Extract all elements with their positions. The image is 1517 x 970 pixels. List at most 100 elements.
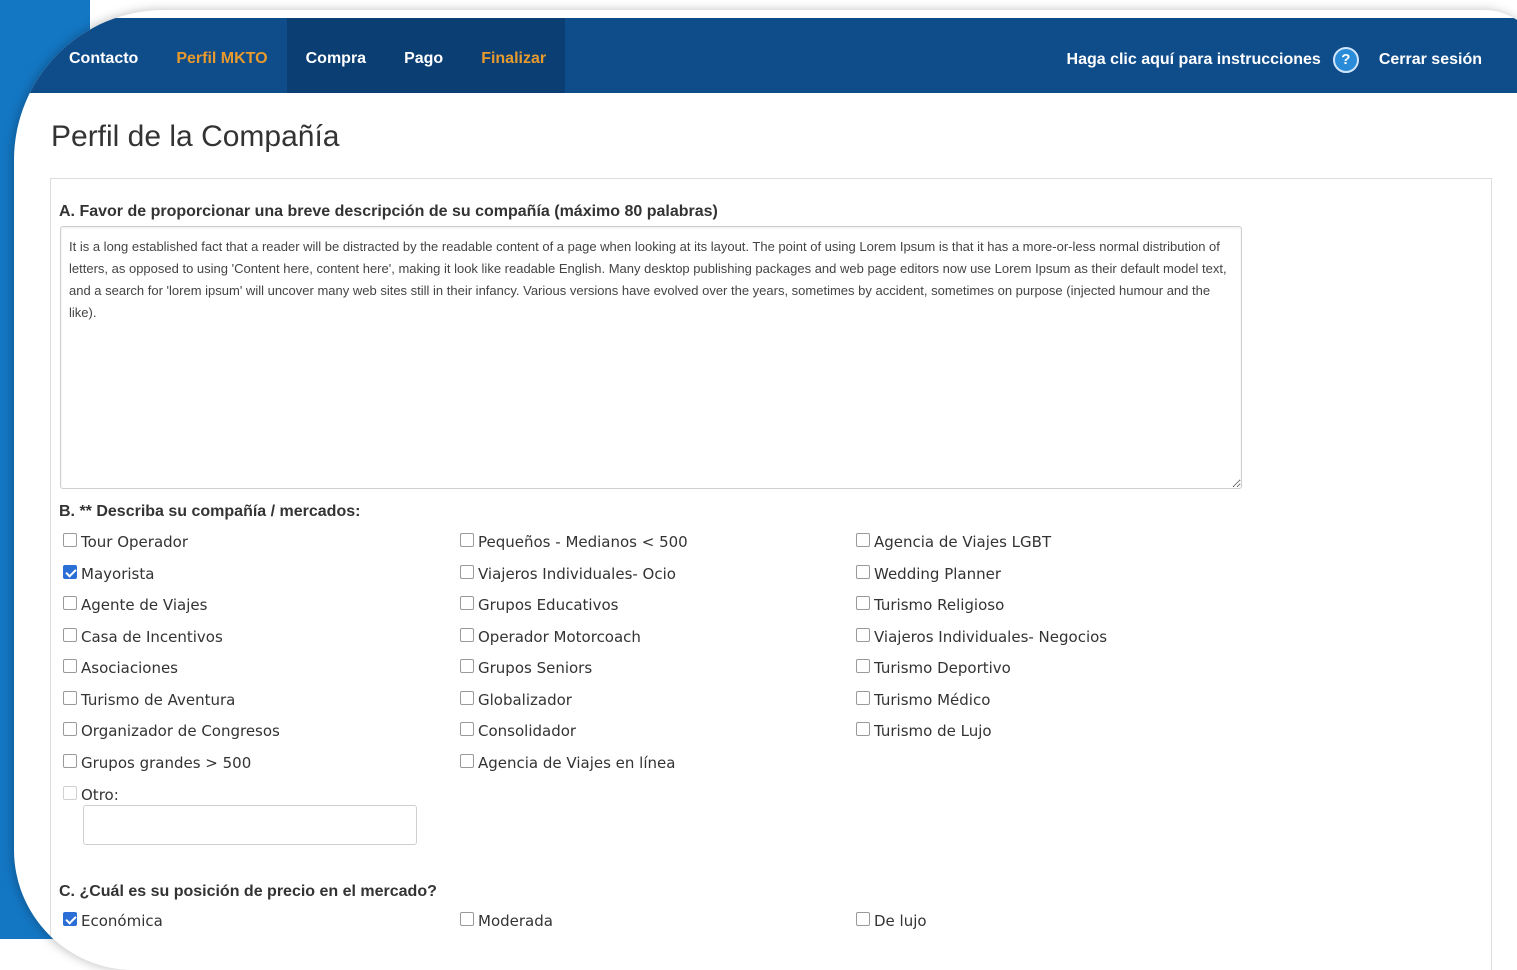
checkbox-box[interactable] bbox=[856, 691, 870, 705]
checkbox-label: Grupos Educativos bbox=[478, 596, 619, 614]
checkbox-box[interactable] bbox=[460, 912, 474, 926]
checkbox-label: Pequeños - Medianos < 500 bbox=[478, 533, 688, 551]
checkbox-box[interactable] bbox=[63, 628, 77, 642]
checkbox-organizador-de-congresos[interactable]: Organizador de Congresos bbox=[63, 722, 280, 740]
checkbox-grupos-seniors[interactable]: Grupos Seniors bbox=[460, 659, 592, 677]
question-b-label: B. ** Describa su compañía / mercados: bbox=[59, 503, 361, 520]
checkbox-wedding-planner[interactable]: Wedding Planner bbox=[856, 565, 1001, 583]
instructions-link[interactable]: Haga clic aquí para instrucciones bbox=[1067, 51, 1321, 69]
checkbox-label: Tour Operador bbox=[81, 533, 189, 551]
checkbox-box[interactable] bbox=[460, 659, 474, 673]
checkbox-label: Turismo Religioso bbox=[874, 596, 1005, 614]
checkbox-box[interactable] bbox=[63, 786, 77, 800]
nav-item-finalizar[interactable]: Finalizar bbox=[462, 18, 566, 93]
checkbox-viajeros-individuales-ocio[interactable]: Viajeros Individuales- Ocio bbox=[460, 565, 676, 583]
checkbox-label: Viajeros Individuales- Ocio bbox=[478, 565, 676, 583]
question-a-label: A. Favor de proporcionar una breve descr… bbox=[59, 203, 718, 220]
nav-item-compra[interactable]: Compra bbox=[286, 18, 386, 93]
checkbox-box[interactable] bbox=[63, 722, 77, 736]
nav-item-pago[interactable]: Pago bbox=[385, 18, 463, 93]
checkbox-turismo-deportivo[interactable]: Turismo Deportivo bbox=[856, 659, 1011, 677]
checkbox-label: Grupos Seniors bbox=[478, 659, 593, 677]
checkbox-box[interactable] bbox=[856, 628, 870, 642]
checkbox-label: Moderada bbox=[478, 912, 553, 930]
checkbox-economica[interactable]: Económica bbox=[63, 912, 163, 930]
checkbox-box[interactable] bbox=[856, 659, 870, 673]
question-c-label: C. ¿Cuál es su posición de precio en el … bbox=[59, 883, 437, 900]
checkbox-agente-de-viajes[interactable]: Agente de Viajes bbox=[63, 596, 207, 614]
nav-item-perfil-mkto[interactable]: Perfil MKTO bbox=[157, 18, 286, 93]
otro-text-input[interactable] bbox=[83, 805, 417, 845]
checkbox-box-checked[interactable] bbox=[63, 912, 77, 926]
checkbox-box[interactable] bbox=[63, 691, 77, 705]
checkbox-label: Viajeros Individuales- Negocios bbox=[874, 628, 1108, 646]
checkbox-tour-operador[interactable]: Tour Operador bbox=[63, 533, 188, 551]
checkbox-otro[interactable]: Otro: bbox=[63, 786, 119, 804]
checkbox-mayorista[interactable]: Mayorista bbox=[63, 565, 154, 583]
checkbox-casa-de-incentivos[interactable]: Casa de Incentivos bbox=[63, 628, 223, 646]
checkbox-label: Turismo de Aventura bbox=[81, 691, 236, 709]
checkbox-turismo-de-lujo[interactable]: Turismo de Lujo bbox=[856, 722, 992, 740]
help-icon[interactable]: ? bbox=[1332, 46, 1359, 73]
page-title: Perfil de la Compañía bbox=[51, 120, 340, 153]
checkbox-agencia-viajes-en-linea[interactable]: Agencia de Viajes en línea bbox=[460, 754, 675, 772]
checkbox-turismo-de-aventura[interactable]: Turismo de Aventura bbox=[63, 691, 235, 709]
checkbox-globalizador[interactable]: Globalizador bbox=[460, 691, 572, 709]
checkbox-label: Casa de Incentivos bbox=[81, 628, 223, 646]
checkbox-label: Turismo Deportivo bbox=[874, 659, 1011, 677]
checkbox-box[interactable] bbox=[856, 722, 870, 736]
checkbox-operador-motorcoach[interactable]: Operador Motorcoach bbox=[460, 628, 641, 646]
checkbox-label: Económica bbox=[81, 912, 163, 930]
checkbox-label: Turismo de Lujo bbox=[874, 722, 992, 740]
checkbox-box[interactable] bbox=[460, 722, 474, 736]
checkbox-asociaciones[interactable]: Asociaciones bbox=[63, 659, 178, 677]
checkbox-grupos-educativos[interactable]: Grupos Educativos bbox=[460, 596, 618, 614]
checkbox-box[interactable] bbox=[856, 565, 870, 579]
company-description-textarea[interactable]: It is a long established fact that a rea… bbox=[60, 226, 1242, 489]
checkbox-label: Asociaciones bbox=[81, 659, 179, 677]
checkbox-box[interactable] bbox=[63, 533, 77, 547]
checkbox-box-checked[interactable] bbox=[63, 565, 77, 579]
nav-steps: Contacto Perfil MKTO Compra Pago Finaliz… bbox=[50, 18, 566, 93]
checkbox-box[interactable] bbox=[856, 596, 870, 610]
checkbox-box[interactable] bbox=[856, 533, 870, 547]
checkbox-label: Wedding Planner bbox=[874, 565, 1002, 583]
checkbox-label: De lujo bbox=[874, 912, 927, 930]
checkbox-box[interactable] bbox=[460, 596, 474, 610]
checkbox-label: Agencia de Viajes LGBT bbox=[874, 533, 1052, 551]
checkbox-box[interactable] bbox=[856, 912, 870, 926]
checkbox-moderada[interactable]: Moderada bbox=[460, 912, 553, 930]
checkbox-box[interactable] bbox=[460, 754, 474, 768]
checkbox-label: Turismo Médico bbox=[874, 691, 991, 709]
checkbox-box[interactable] bbox=[460, 691, 474, 705]
checkbox-label: Agente de Viajes bbox=[81, 596, 208, 614]
checkbox-de-lujo[interactable]: De lujo bbox=[856, 912, 927, 930]
checkbox-label: Organizador de Congresos bbox=[81, 722, 280, 740]
checkbox-box[interactable] bbox=[460, 565, 474, 579]
checkbox-pequenos-medianos[interactable]: Pequeños - Medianos < 500 bbox=[460, 533, 688, 551]
checkbox-turismo-medico[interactable]: Turismo Médico bbox=[856, 691, 990, 709]
checkbox-turismo-religioso[interactable]: Turismo Religioso bbox=[856, 596, 1004, 614]
checkbox-box[interactable] bbox=[63, 659, 77, 673]
checkbox-label: Agencia de Viajes en línea bbox=[478, 754, 676, 772]
profile-form-panel: A. Favor de proporcionar una breve descr… bbox=[50, 178, 1492, 970]
logout-link[interactable]: Cerrar sesión bbox=[1379, 51, 1482, 69]
window-card: Contacto Perfil MKTO Compra Pago Finaliz… bbox=[14, 10, 1517, 970]
checkbox-label: Otro: bbox=[81, 786, 119, 804]
checkbox-consolidador[interactable]: Consolidador bbox=[460, 722, 576, 740]
checkbox-label: Grupos grandes > 500 bbox=[81, 754, 252, 772]
checkbox-viajeros-individuales-negocios[interactable]: Viajeros Individuales- Negocios bbox=[856, 628, 1107, 646]
nav-item-contacto[interactable]: Contacto bbox=[50, 18, 157, 93]
checkbox-label: Globalizador bbox=[478, 691, 572, 709]
checkbox-label: Consolidador bbox=[478, 722, 577, 740]
checkbox-box[interactable] bbox=[460, 533, 474, 547]
checkbox-grupos-grandes[interactable]: Grupos grandes > 500 bbox=[63, 754, 251, 772]
checkbox-box[interactable] bbox=[460, 628, 474, 642]
checkbox-label: Mayorista bbox=[81, 565, 155, 583]
top-navbar: Contacto Perfil MKTO Compra Pago Finaliz… bbox=[14, 18, 1517, 93]
checkbox-label: Operador Motorcoach bbox=[478, 628, 641, 646]
checkbox-box[interactable] bbox=[63, 754, 77, 768]
checkbox-agencia-viajes-lgbt[interactable]: Agencia de Viajes LGBT bbox=[856, 533, 1051, 551]
checkbox-box[interactable] bbox=[63, 596, 77, 610]
nav-right: Haga clic aquí para instrucciones ? Cerr… bbox=[1067, 18, 1482, 93]
